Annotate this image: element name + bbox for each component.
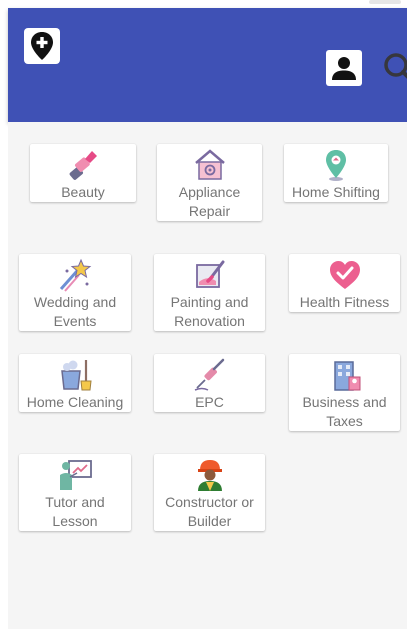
cleaning-bucket-icon [56,356,94,393]
category-tile-home-cleaning[interactable]: Home Cleaning [19,354,131,412]
lipstick-icon [64,146,102,183]
category-tile-constructor-builder[interactable]: Constructor or Builder [154,454,265,531]
office-building-icon [326,356,364,393]
category-tile-home-shifting[interactable]: Home Shifting [284,144,388,202]
category-tile-appliance-repair[interactable]: Appliance Repair [157,144,262,221]
category-tile-business-taxes[interactable]: Business and Taxes [289,354,400,431]
category-tile-epc[interactable]: EPC [154,354,265,412]
category-label: Home Cleaning [26,394,124,410]
category-label: Tutor and Lesson [45,494,105,529]
status-indicators [369,0,401,4]
heart-check-icon [326,256,364,293]
builder-worker-icon [191,456,229,493]
appliance-house-icon [191,146,229,183]
category-label: Health Fitness [299,294,390,310]
soldering-iron-icon [191,356,229,393]
category-tile-wedding-events[interactable]: Wedding and Events [19,254,131,331]
app-bar [8,8,407,122]
category-label: EPC [195,394,224,410]
category-label: Constructor or Builder [165,494,254,529]
category-label: Appliance Repair [178,184,241,219]
map-pin-plus-icon[interactable] [24,28,60,64]
teacher-board-icon [56,456,94,493]
account-button[interactable] [326,50,362,86]
search-icon [384,53,407,79]
category-label: Home Shifting [292,184,380,200]
category-label: Painting and Renovation [170,294,249,329]
category-label: Business and Taxes [302,394,387,429]
search-button[interactable] [380,50,407,86]
category-grid: Beauty Appliance Repair Home Shifting We… [8,122,407,629]
location-pin-icon [317,146,355,183]
sparkle-star-icon [56,256,94,293]
account-icon [332,57,356,80]
category-tile-health-fitness[interactable]: Health Fitness [289,254,400,312]
app-screen: Beauty Appliance Repair Home Shifting We… [0,0,407,629]
status-bar [0,0,407,8]
paint-brush-icon [191,256,229,293]
category-tile-tutor-lesson[interactable]: Tutor and Lesson [19,454,131,531]
category-label: Beauty [61,184,105,200]
category-tile-beauty[interactable]: Beauty [30,144,136,202]
category-label: Wedding and Events [33,294,117,329]
category-tile-painting-renovation[interactable]: Painting and Renovation [154,254,265,331]
